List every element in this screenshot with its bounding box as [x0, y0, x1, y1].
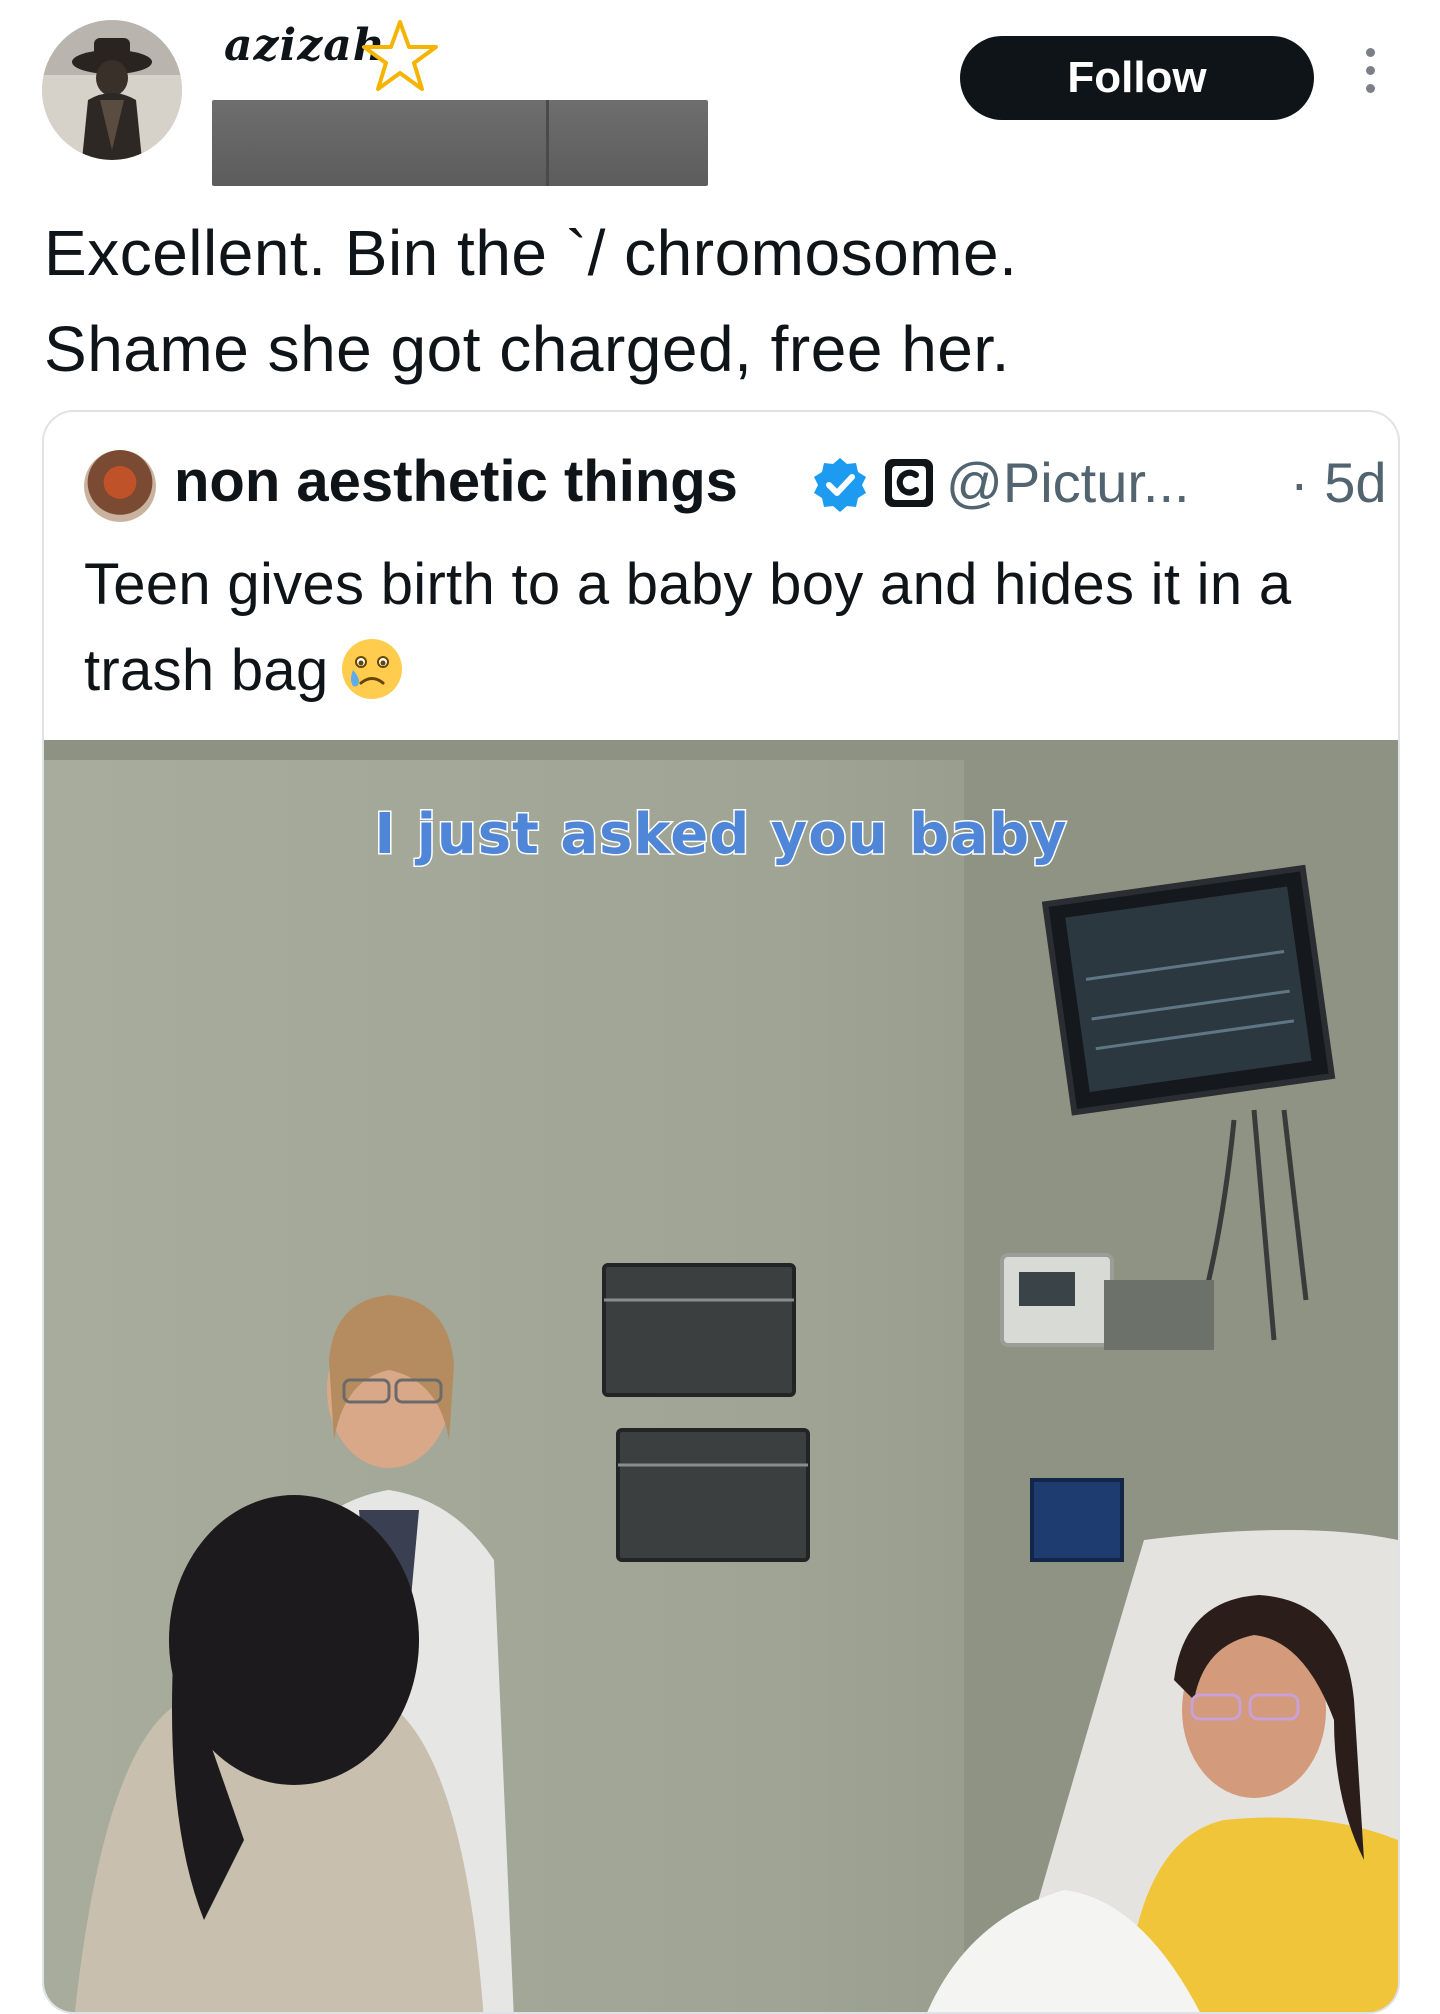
quoted-timestamp[interactable]: · 5d: [1290, 450, 1387, 515]
more-icon[interactable]: [1356, 48, 1384, 108]
square-badge-icon: [885, 459, 933, 507]
video-media[interactable]: I just asked you baby: [44, 740, 1398, 2012]
quoted-avatar[interactable]: [84, 450, 156, 522]
quoted-tweet-text: Teen gives birth to a baby boy and hides…: [84, 542, 1374, 714]
crying-face-emoji: [341, 639, 402, 699]
tweet-text: Excellent. Bin the `/ chromosome. Shame …: [44, 217, 1018, 385]
redacted-handle: [212, 100, 708, 186]
verified-icon: [814, 458, 866, 512]
quoted-display-name[interactable]: non aesthetic things: [174, 448, 738, 515]
video-caption: I just asked you baby: [44, 801, 1398, 869]
quoted-tweet-card[interactable]: non aesthetic things @Pictur... · 5d Tee…: [42, 410, 1400, 2014]
avatar[interactable]: [42, 20, 182, 160]
video-caption-text: I just asked you baby: [373, 801, 1068, 869]
quoted-handle[interactable]: @Pictur...: [946, 450, 1190, 515]
follow-button[interactable]: Follow: [960, 36, 1314, 120]
quoted-tweet-text-content: Teen gives birth to a baby boy and hides…: [84, 552, 1292, 703]
video-frame: [44, 740, 1398, 2012]
star-icon: [362, 20, 438, 91]
